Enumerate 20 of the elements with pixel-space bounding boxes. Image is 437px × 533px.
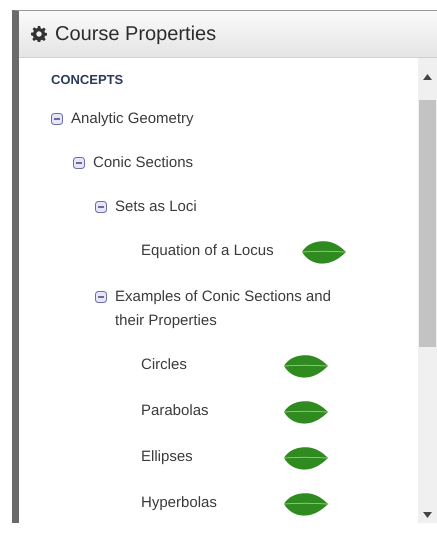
- section-heading: CONCEPTS: [51, 72, 124, 87]
- collapse-icon[interactable]: [73, 157, 85, 169]
- collapse-icon[interactable]: [95, 291, 107, 303]
- tree-item[interactable]: Hyperbolas: [141, 491, 256, 515]
- tree-item[interactable]: Ellipses: [141, 445, 256, 469]
- collapse-icon[interactable]: [95, 201, 107, 213]
- tree-item[interactable]: Analytic Geometry: [71, 107, 194, 131]
- tree-item[interactable]: Circles: [141, 353, 256, 377]
- panel-title: Course Properties: [55, 22, 216, 46]
- scrollbar[interactable]: [418, 58, 437, 523]
- tree-item[interactable]: Parabolas: [141, 399, 256, 423]
- collapse-icon[interactable]: [51, 113, 63, 125]
- tree-item[interactable]: Equation of a Locus: [141, 239, 274, 263]
- gear-icon: [31, 26, 47, 42]
- scroll-down-icon[interactable]: [423, 512, 432, 518]
- tree-item[interactable]: Sets as Loci: [115, 195, 197, 219]
- scroll-thumb[interactable]: [419, 100, 436, 347]
- tree-item[interactable]: Conic Sections: [93, 151, 194, 175]
- tree-item[interactable]: Examples of Conic Sections and their Properties: [115, 285, 345, 333]
- scroll-up-icon[interactable]: [423, 74, 432, 80]
